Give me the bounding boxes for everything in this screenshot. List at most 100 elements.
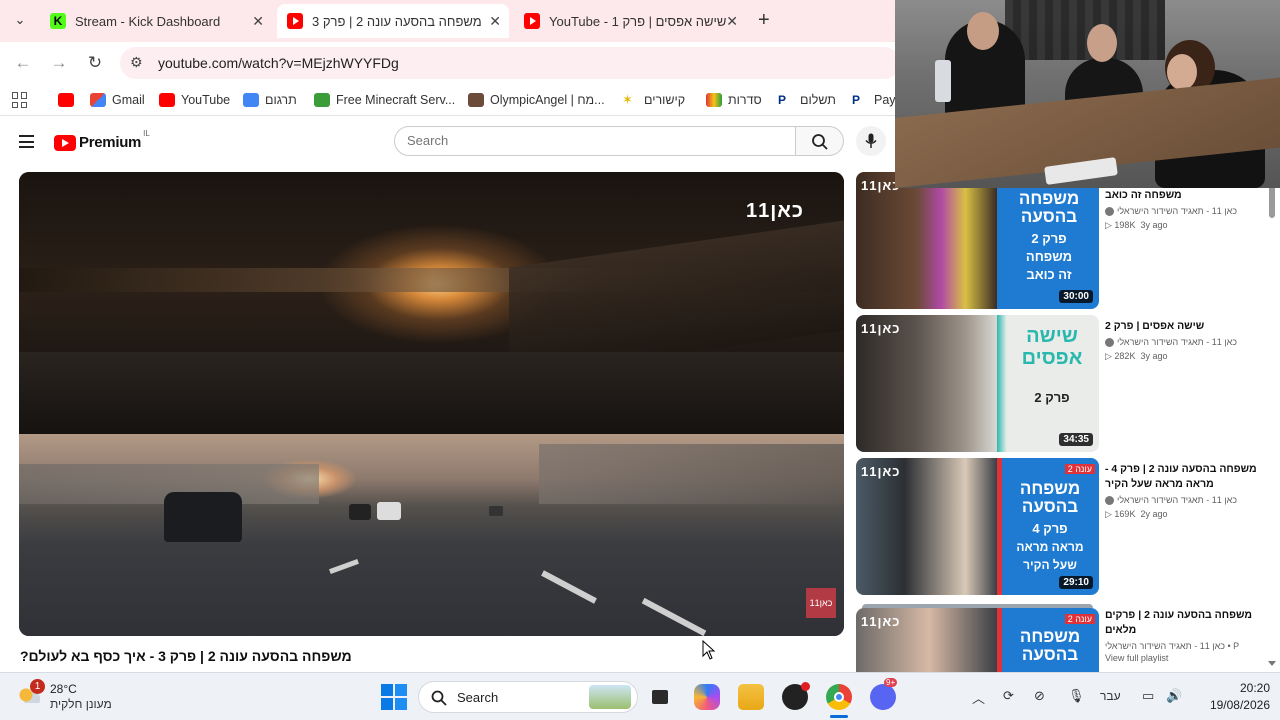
recommendation-item[interactable]: כאן11 עונה 2 משפחה בהסעה פרק 4 מראה מראה… <box>856 458 1266 595</box>
close-icon[interactable]: ✕ <box>252 13 264 30</box>
tab-kick-dashboard[interactable]: K Stream - Kick Dashboard ✕ <box>40 4 272 38</box>
video-frame-tunnel <box>19 172 844 434</box>
hamburger-menu-icon[interactable] <box>19 135 34 148</box>
display-icon[interactable]: ▭ <box>1142 688 1154 704</box>
search-icon <box>812 134 828 150</box>
discord-icon[interactable]: 9+ <box>870 678 898 710</box>
forward-button[interactable]: → <box>47 52 71 74</box>
thumb-line: פרק 2 <box>1034 390 1070 405</box>
sync-icon[interactable]: ⟳ <box>1003 688 1014 704</box>
thumb-line: משפחה <box>1019 479 1081 498</box>
playlist-item[interactable]: כאן11 עונה 2 משפחה בהסעה משפחה בהסעה עונ… <box>856 604 1266 672</box>
recommendation-thumbnail[interactable]: כאן11 משפחה בהסעה פרק 2 משפחה זה כואב 30… <box>856 172 1099 309</box>
scroll-thumb[interactable] <box>1269 184 1275 218</box>
bookmark-label: תרגום <box>265 93 297 107</box>
youtube-premium-logo[interactable]: Premium IL <box>54 129 150 151</box>
search-highlight-image <box>589 685 631 709</box>
weather-desc: מעונן חלקית <box>50 697 112 711</box>
weather-widget[interactable]: 1 28°C מעונן חלקית <box>16 679 126 715</box>
reload-button[interactable]: ↻ <box>83 52 107 74</box>
recommendation-channel[interactable]: כאן 11 - תאגיד השידור הישראלי <box>1105 495 1267 505</box>
search-input[interactable] <box>407 133 777 148</box>
weather-temp: 28°C <box>50 682 77 696</box>
bookmark-youtube[interactable]: YouTube <box>159 92 230 108</box>
logo-text: Premium <box>79 134 142 151</box>
recommendation-title[interactable]: שישה אפסים | פרק 2 <box>1105 319 1267 334</box>
task-view-icon[interactable] <box>648 684 674 710</box>
gmail-icon <box>90 93 106 107</box>
back-button[interactable]: ← <box>11 52 35 74</box>
youtube-icon <box>159 93 175 107</box>
notification-badge: 1 <box>30 679 45 694</box>
volume-icon[interactable]: 🔊 <box>1166 688 1182 704</box>
apps-grid-icon[interactable] <box>12 92 28 108</box>
recommendation-channel[interactable]: כאן 11 - תאגיד השידור הישראלי <box>1105 206 1267 216</box>
chrome-icon[interactable] <box>826 684 852 710</box>
view-count: 169K <box>1114 509 1136 519</box>
bookmark-gmail[interactable]: Gmail <box>90 92 145 108</box>
bookmark-youtube-icon-only[interactable] <box>58 92 80 108</box>
sidebar-scrollbar[interactable] <box>1266 172 1278 670</box>
recommendation-thumbnail[interactable]: כאן11 שישה אפסים פרק 2 34:35 <box>856 315 1099 452</box>
recommendation-thumbnail[interactable]: כאן11 עונה 2 משפחה בהסעה פרק 4 מראה מראה… <box>856 458 1099 595</box>
no-network-icon[interactable]: ⊘ <box>1034 688 1045 704</box>
recommendation-channel[interactable]: כאן 11 - תאגיד השידור הישראלי • P <box>1105 641 1266 651</box>
language-indicator[interactable]: עבר <box>1100 689 1121 703</box>
bookmark-label: תשלום <box>800 93 836 107</box>
recommendation-item[interactable]: כאן11 שישה אפסים פרק 2 34:35 שישה אפסים … <box>856 315 1266 452</box>
recommendation-title[interactable]: משפחה בהסעה עונה 2 | פרקים מלאים <box>1105 608 1266 638</box>
clock[interactable]: 20:20 19/08/2026 <box>1200 681 1270 712</box>
recommendation-thumbnail[interactable]: כאן11 עונה 2 משפחה בהסעה <box>856 608 1099 672</box>
channel-name: כאן 11 - תאגיד השידור הישראלי <box>1117 495 1237 505</box>
file-explorer-icon[interactable] <box>738 684 764 710</box>
recommendation-title[interactable]: משפחה בהסעה עונה 2 | פרק 4 - מראה מראה ש… <box>1105 462 1267 492</box>
microphone-icon <box>865 133 877 148</box>
windows-start-button[interactable] <box>381 684 407 710</box>
video-player[interactable]: כאן11 כאן11 <box>19 172 844 636</box>
search-box[interactable] <box>394 126 796 156</box>
thumb-line: משפחה <box>1019 627 1081 646</box>
tray-overflow-chevron-icon[interactable]: ︿ <box>972 688 985 707</box>
bookmark-payment[interactable]: P תשלום <box>778 92 836 108</box>
bookmark-translate[interactable]: תרגום <box>243 92 297 108</box>
taskbar-search[interactable]: Search <box>418 681 638 713</box>
bookmark-links[interactable]: ✶ קישורים <box>622 92 685 108</box>
omnibox[interactable]: ⚙ youtube.com/watch?v=MEjzhWYYFDg <box>120 47 900 79</box>
url-text[interactable]: youtube.com/watch?v=MEjzhWYYFDg <box>158 55 399 71</box>
recommendation-title[interactable]: משפחה זה כואב <box>1105 188 1267 203</box>
thumb-text-block: משפחה בהסעה פרק 2 משפחה זה כואב <box>1001 190 1097 284</box>
tab-search-chevron-icon[interactable]: ⌄ <box>10 12 30 30</box>
view-full-playlist-link[interactable]: View full playlist <box>1105 653 1266 663</box>
duration-badge: 29:10 <box>1059 576 1093 589</box>
voice-search-button[interactable] <box>856 126 886 156</box>
bookmark-label: OlympicAngel | מח... <box>490 93 605 107</box>
upload-age: 2y ago <box>1140 509 1168 519</box>
thumb-line: זה כואב <box>1026 267 1072 282</box>
new-tab-button[interactable]: + <box>758 9 770 32</box>
close-icon[interactable]: ✕ <box>489 13 501 30</box>
close-icon[interactable]: ✕ <box>726 13 738 30</box>
recommendation-item[interactable]: כאן11 משפחה בהסעה פרק 2 משפחה זה כואב 30… <box>856 172 1266 309</box>
clock-date: 19/08/2026 <box>1209 698 1270 712</box>
bookmark-olympicangel[interactable]: OlympicAngel | מח... <box>468 92 605 108</box>
season-badge: עונה 2 <box>1064 614 1095 624</box>
tab-youtube-shisha[interactable]: YouTube - 1 שישה אפסים | פרק ✕ <box>514 4 746 38</box>
search-button[interactable] <box>796 126 844 156</box>
thumb-line: שעל הקיר <box>1023 558 1077 572</box>
obs-icon[interactable] <box>782 682 810 710</box>
bookmark-minecraft[interactable]: Free Minecraft Serv... <box>314 92 455 108</box>
site-info-icon[interactable]: ⚙ <box>130 54 143 71</box>
recommendation-channel[interactable]: כאן 11 - תאגיד השידור הישראלי <box>1105 337 1267 347</box>
copilot-icon[interactable] <box>694 684 720 710</box>
thumb-line: פרק 2 <box>1031 231 1067 246</box>
scroll-down-arrow[interactable] <box>1268 661 1276 666</box>
clock-time: 20:20 <box>1239 681 1270 695</box>
thumb-line: משפחה <box>1025 249 1073 264</box>
bookmark-label: Free Minecraft Serv... <box>336 93 456 107</box>
microphone-tray-icon[interactable]: 🎙 <box>1068 688 1085 704</box>
tab-current-video[interactable]: משפחה בהסעה עונה 2 | פרק 3 ✕ <box>277 4 509 38</box>
view-count: 282K <box>1114 351 1136 361</box>
bookmark-series[interactable]: סדרות <box>706 92 762 108</box>
thumb-line: בהסעה <box>1021 645 1079 664</box>
thumb-line: פרק 4 <box>1032 521 1068 536</box>
